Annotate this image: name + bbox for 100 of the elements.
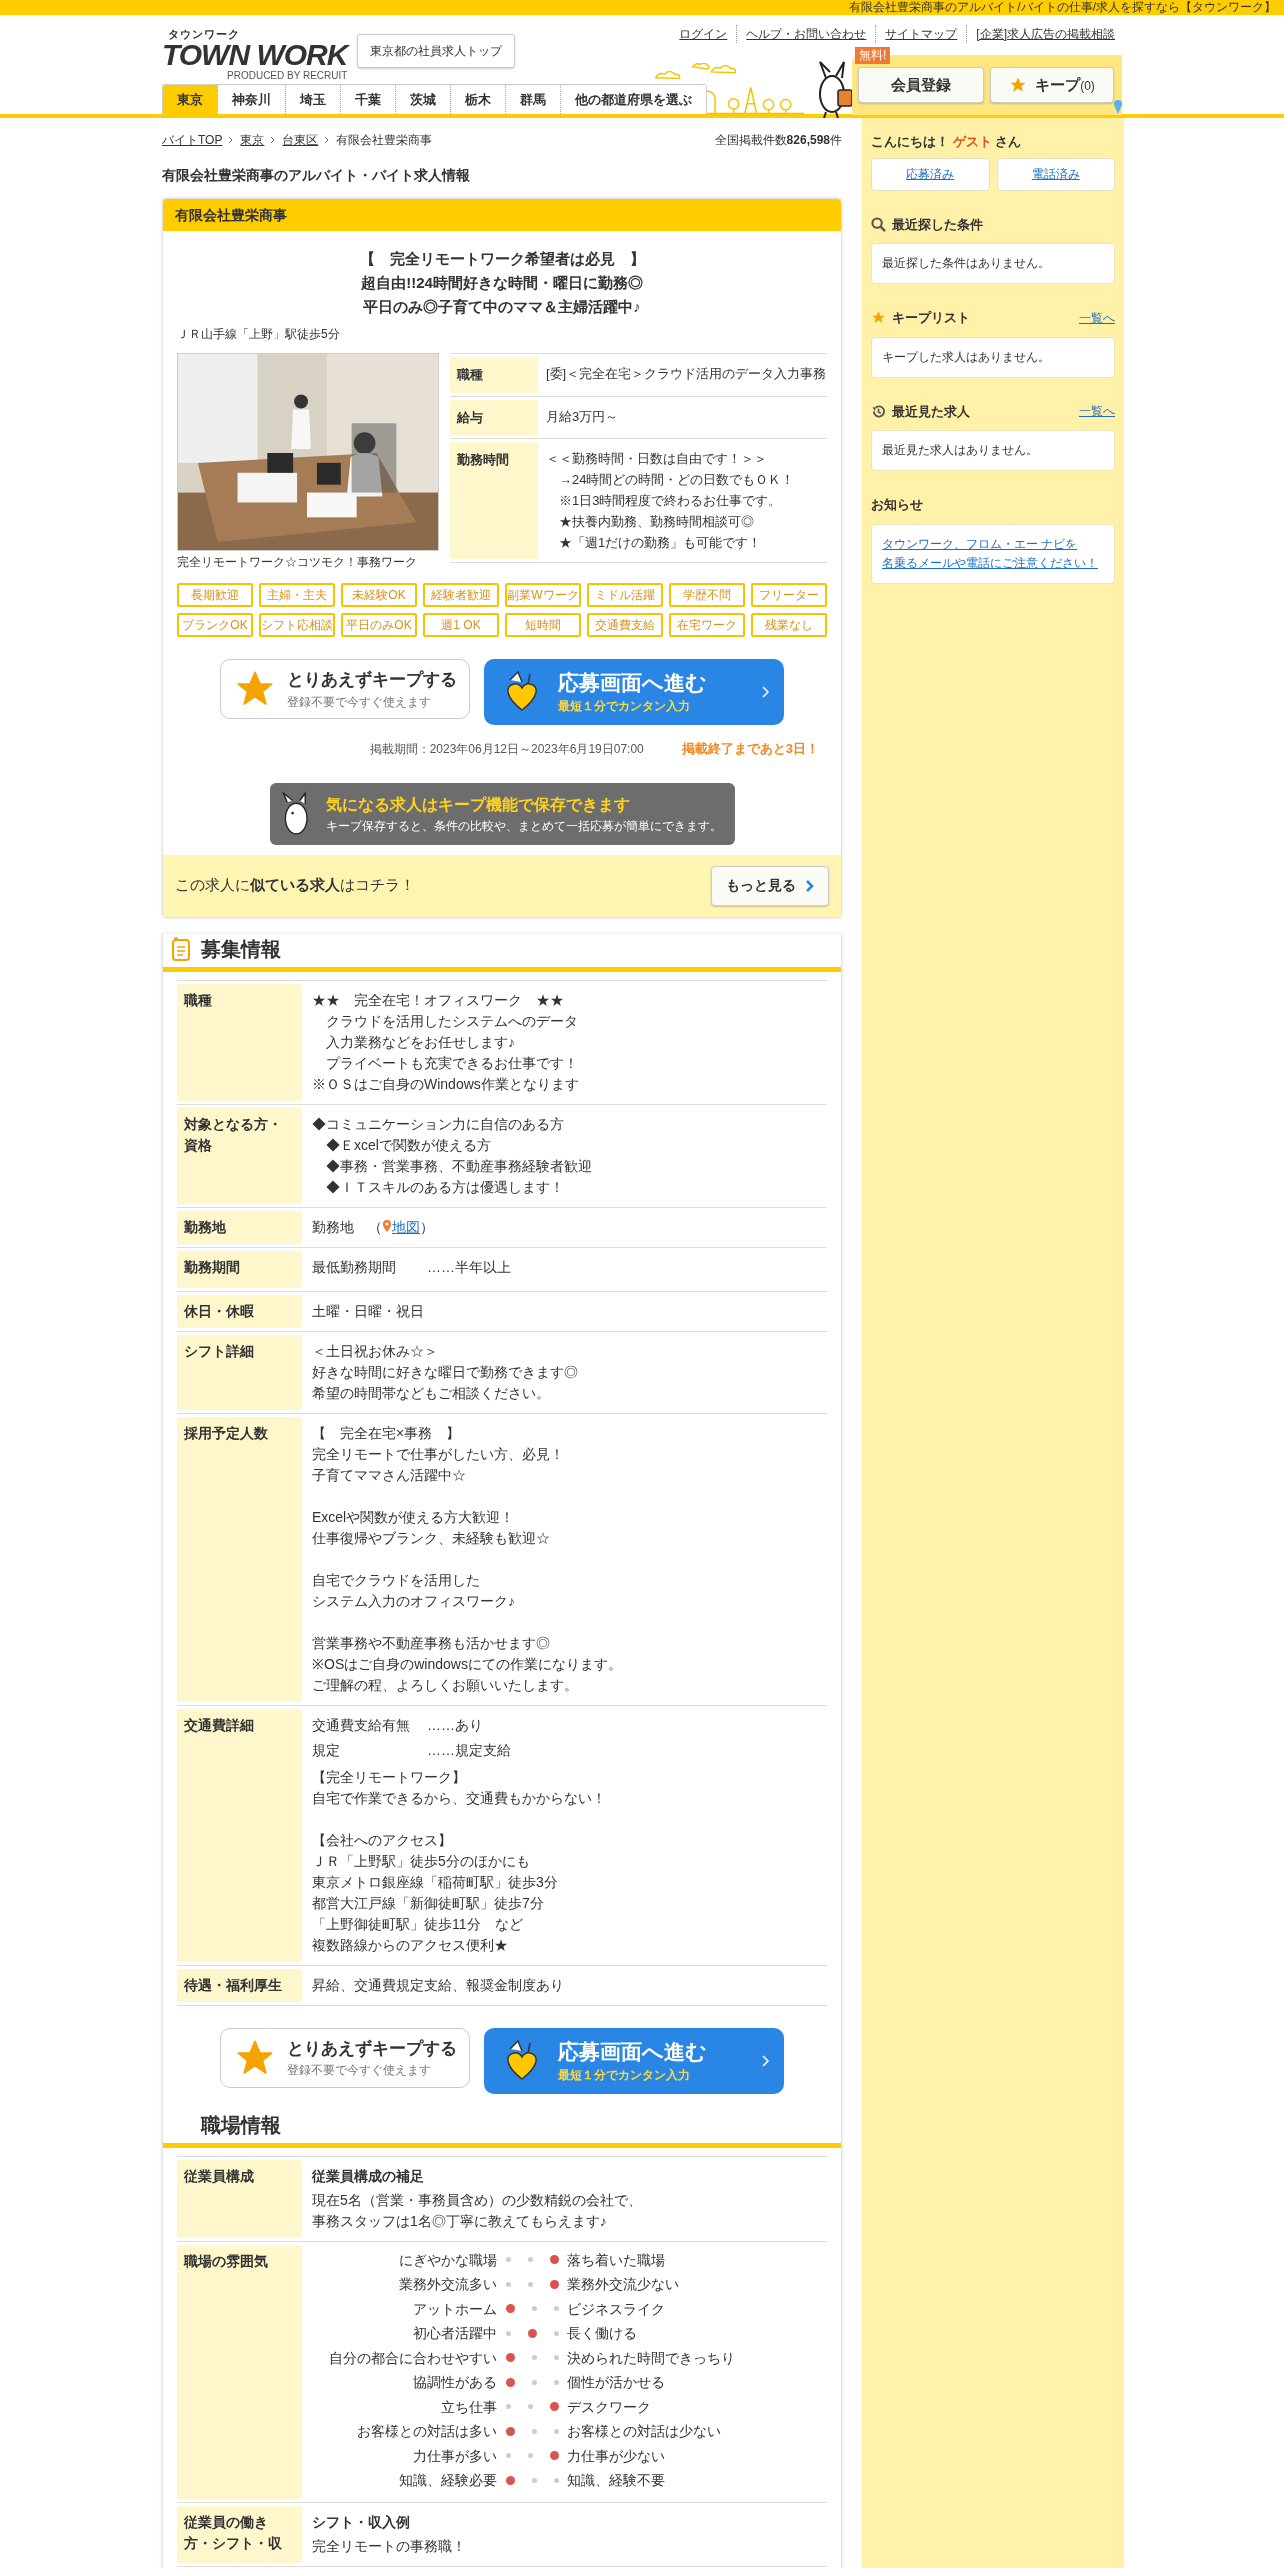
empty-message: 最近探した条件はありません。	[882, 255, 1051, 272]
star-icon	[1009, 76, 1028, 94]
prefecture-tab[interactable]: 東京	[163, 85, 217, 114]
header-link[interactable]: ログイン	[670, 25, 737, 43]
field-value: 完全リモートで仕事がしたい方、必見！	[312, 1444, 565, 1464]
feature-tag: ミドル活躍	[587, 583, 663, 607]
logo[interactable]: タウンワーク TOWN WORK PRODUCED BY RECRUIT	[162, 29, 348, 81]
field-value: ご理解の程、よろしくお願いいたします。	[312, 1675, 579, 1695]
atmosphere-label: 長く働ける	[567, 2324, 638, 2343]
field-subtitle: シフト・収入例	[312, 2512, 411, 2532]
register-button[interactable]: 会員登録	[858, 67, 984, 103]
chevron-icon	[270, 136, 277, 144]
map-pin-icon	[382, 1218, 392, 1233]
field-value: ★扶養内勤務、勤務時間相談可◎	[558, 513, 755, 531]
atmosphere-label: 初心者活躍中	[412, 2324, 497, 2343]
header-link[interactable]: ヘルプ・お問い合わせ	[736, 25, 876, 43]
atmosphere-label: 知識、経験必要	[398, 2471, 497, 2490]
field-key: 最低勤務期間	[312, 1256, 427, 1278]
atmosphere-label: 自分の都合に合わせやすい	[328, 2348, 497, 2368]
breadcrumb-link[interactable]: 東京	[240, 131, 265, 149]
atmosphere-label: お客様との対話は多い	[356, 2422, 497, 2441]
more-button[interactable]: もっと見る	[711, 865, 829, 906]
field-value: 事務スタッフは1名◎丁寧に教えてもらえます♪	[312, 2211, 608, 2231]
atmosphere-label: 立ち仕事	[440, 2397, 497, 2417]
free-badge: 無料!	[855, 47, 891, 64]
atmosphere-label: にぎやかな職場	[398, 2250, 497, 2270]
feature-tag: フリーター	[751, 583, 827, 607]
list-link[interactable]: 一覧へ	[1079, 308, 1115, 327]
feature-tag: 週1 OK	[423, 613, 499, 637]
history-button[interactable]: 応募済み	[871, 157, 990, 191]
field-value: ……あり	[427, 1715, 483, 1735]
similar-jobs-text: この求人に似ている求人はコチラ！	[175, 875, 415, 896]
field-value: 仕事復帰やブランク、未経験も歓迎☆	[312, 1528, 551, 1548]
sidebar-heading: キープリスト	[892, 309, 971, 327]
field-label: 対象となる方・資格	[177, 1107, 302, 1204]
location-text: 勤務地 （ 地図）	[312, 1218, 434, 1235]
breadcrumb-link[interactable]: 台東区	[282, 131, 319, 149]
field-value: 子育てママさん活躍中☆	[312, 1465, 467, 1485]
keep-job-button[interactable]: とりあえずキープする 登録不要で今すぐ使えます	[220, 2027, 470, 2088]
field-value: クラウドを活用したシステムへのデータ	[325, 1011, 579, 1031]
list-link[interactable]: 一覧へ	[1079, 402, 1115, 421]
header-link[interactable]: [企業]求人広告の掲載相談	[966, 25, 1124, 43]
apply-button[interactable]: 応募画面へ進む 最短１分でカンタン入力	[484, 659, 784, 725]
field-value: 好きな時間に好きな曜日で勤務できます◎	[312, 1362, 579, 1382]
field-value: ◆ＩＴスキルのある方は優遇します！	[325, 1177, 565, 1197]
apply-button[interactable]: 応募画面へ進む 最短１分でカンタン入力	[484, 2027, 784, 2094]
breadcrumb-current: 有限会社豊栄商事	[336, 132, 433, 149]
banner-text: キープ保存すると、条件の比較や、まとめて一括応募が簡単にできます。	[325, 817, 722, 835]
breadcrumb-link[interactable]: バイトTOP	[162, 131, 223, 149]
sidebar-heading: お知らせ	[871, 496, 924, 514]
atmosphere-label: 協調性がある	[412, 2373, 497, 2392]
field-value: 昇給、交通費規定支給、報奨金制度あり	[312, 1975, 565, 1995]
field-value: 東京メトロ銀座線「稲荷町駅」徒歩3分	[312, 1872, 559, 1892]
top-page-button[interactable]: 東京都の社員求人トップ	[357, 34, 515, 68]
history-button[interactable]: 電話済み	[996, 157, 1115, 191]
header-link[interactable]: サイトマップ	[875, 25, 967, 43]
field-value: 複数路線からのアクセス便利★	[312, 1935, 509, 1955]
field-value: 都営大江戸線「新御徒町駅」徒歩7分	[312, 1893, 545, 1913]
page-title: 有限会社豊栄商事のアルバイト・バイト求人情報	[162, 166, 471, 185]
field-value: 「上野御徒町駅」徒歩11分 など	[312, 1914, 524, 1934]
notice-link[interactable]: タウンワーク、フロム・エー ナビを	[882, 534, 1078, 554]
feature-tag: 残業なし	[751, 613, 827, 637]
field-value: ＪＲ「上野駅」徒歩5分のほかにも	[312, 1851, 531, 1871]
feature-tag: 未経験OK	[341, 583, 417, 607]
field-value: プライベートも充実できるお仕事です！	[325, 1053, 579, 1073]
prefecture-tab[interactable]: 他の都道府県を選ぶ	[560, 85, 706, 114]
map-link[interactable]: 地図	[392, 1218, 420, 1235]
company-name: 有限会社豊栄商事	[163, 199, 841, 231]
banner-title: 気になる求人はキープ機能で保存できます	[325, 794, 631, 816]
atmosphere-label: 業務外交流少ない	[567, 2275, 680, 2294]
atmosphere-label: アットホーム	[412, 2299, 497, 2319]
field-value: ◆Ｅxcelで関数が使える方	[325, 1135, 492, 1155]
feature-tag: 主婦・主夫	[259, 583, 335, 607]
field-label: シフト詳細	[177, 1334, 302, 1410]
field-value: ……規定支給	[427, 1740, 511, 1760]
feature-tag: 平日のみOK	[341, 613, 417, 637]
keep-button[interactable]: キープ(0)	[990, 67, 1114, 103]
greeting-text: こんにちは！ ゲスト さん	[871, 133, 1023, 151]
field-value: →24時間どの時間・どの日数でもＯＫ！	[558, 471, 796, 489]
atmosphere-label: ビジネスライク	[567, 2299, 666, 2319]
field-label: 勤務地	[177, 1210, 302, 1244]
keep-job-button[interactable]: とりあえずキープする 登録不要で今すぐ使えます	[220, 659, 470, 719]
field-value: 営業事務や不動産事務も活かせます◎	[312, 1633, 551, 1653]
field-value: 月給3万円～	[546, 407, 620, 426]
notice-link[interactable]: 名乗るメールや電話にご注意ください！	[882, 553, 1098, 573]
field-value: ★「週1だけの勤務」も可能です！	[558, 534, 763, 552]
posting-period: 掲載期間：2023年06月12日～2023年6月19日07:00	[369, 740, 644, 758]
empty-message: 最近見た求人はありません。	[882, 442, 1039, 459]
catch-copy: 平日のみ◎子育て中のママ＆主婦活躍中♪	[363, 297, 641, 317]
chevron-icon	[762, 686, 770, 698]
field-label: 採用予定人数	[177, 1416, 302, 1702]
empty-message: キープした求人はありません。	[882, 348, 1051, 366]
field-value: システム入力のオフィスワーク♪	[312, 1591, 516, 1611]
field-label: 給与	[450, 399, 538, 435]
atmosphere-label: 知識、経験不要	[567, 2471, 666, 2490]
catch-copy: 【 完全リモートワーク希望者は必見 】	[359, 249, 645, 269]
field-label: 職場の雰囲気	[177, 2244, 302, 2499]
field-label: 従業員構成	[177, 2159, 302, 2238]
chevron-icon	[762, 2054, 770, 2067]
atmosphere-label: 業務外交流多い	[398, 2275, 497, 2294]
